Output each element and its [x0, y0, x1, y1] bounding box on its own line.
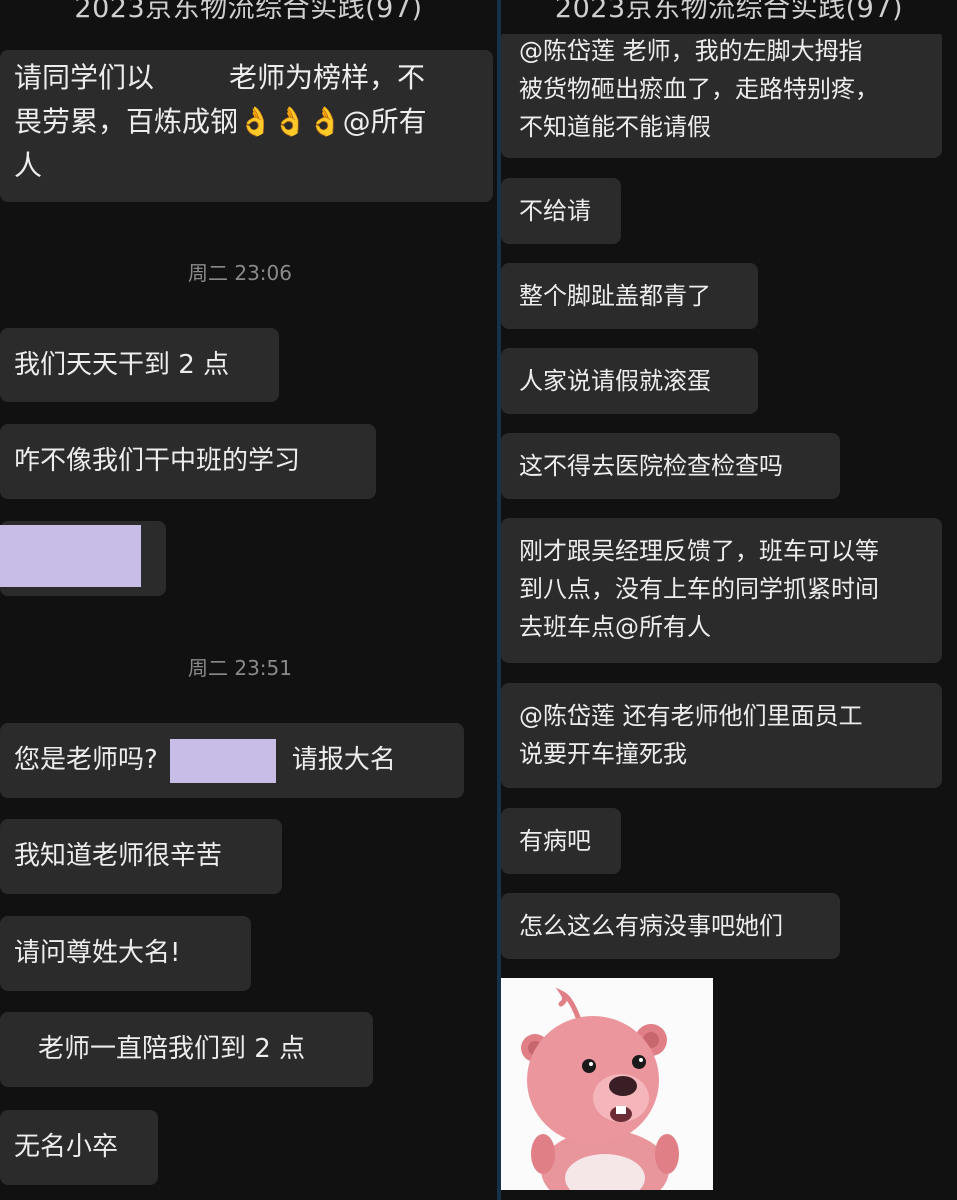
beaver-sticker-icon [501, 978, 713, 1190]
message-bubble[interactable]: 有病吧 [501, 808, 621, 874]
message-bubble[interactable]: 人家说请假就滚蛋 [501, 348, 758, 414]
message-bubble[interactable]: 整个脚趾盖都青了 [501, 263, 758, 329]
chat-title: 2023京东物流综合实践(97) [0, 0, 497, 34]
message-bubble[interactable]: 您是老师吗? 请报大名 [0, 723, 464, 798]
message-line: 请同学们以 老师为榜样，不 [14, 61, 426, 94]
message-line: @陈岱莲 还有老师他们里面员工 [519, 702, 863, 730]
message-bubble[interactable]: 请问尊姓大名! [0, 916, 251, 991]
redacted-name [169, 738, 276, 783]
timestamp: 周二 23:51 [188, 656, 292, 680]
message-bubble[interactable]: 我们天天干到 2 点 [0, 328, 279, 402]
message-line: 不知道能不能请假 [519, 113, 711, 141]
message-line: 刚才跟吴经理反馈了，班车可以等 [519, 537, 879, 565]
message-bubble[interactable]: 老师一直陪我们到 2 点 [0, 1012, 373, 1087]
message-bubble[interactable]: @陈岱莲 还有老师他们里面员工 说要开车撞死我 [501, 683, 942, 788]
message-line: 到八点，没有上车的同学抓紧时间 [519, 575, 879, 603]
beaver-sticker[interactable] [501, 978, 713, 1190]
message-bubble[interactable]: 这不得去医院检查检查吗 [501, 433, 840, 499]
message-bubble[interactable]: 不给请 [501, 178, 621, 244]
message-bubble[interactable]: 怎么这么有病没事吧她们 [501, 893, 840, 959]
message-bubble[interactable]: @陈岱莲 老师，我的左脚大拇指 被货物砸出瘀血了，走路特别疼， 不知道能不能请假 [501, 30, 942, 158]
left-chat-panel: 请同学们以 老师为榜样，不 畏劳累，百炼成钢👌👌👌@所有 人 周二 23:06 我… [0, 0, 497, 1200]
message-line: 被货物砸出瘀血了，走路特别疼， [519, 75, 879, 103]
message-bubble[interactable]: 请同学们以 老师为榜样，不 畏劳累，百炼成钢👌👌👌@所有 人 [0, 50, 493, 202]
redacted-name [154, 64, 230, 94]
message-bubble[interactable]: 无名小卒 [0, 1110, 158, 1185]
right-chat-panel: @陈岱莲 老师，我的左脚大拇指 被货物砸出瘀血了，走路特别疼， 不知道能不能请假… [501, 0, 957, 1200]
message-line: 畏劳累，百炼成钢👌👌👌@所有 [14, 105, 427, 138]
redacted-image [0, 525, 141, 587]
message-bubble[interactable]: 我知道老师很辛苦 [0, 819, 282, 894]
image-message-bubble[interactable] [0, 521, 166, 596]
message-line: @陈岱莲 老师，我的左脚大拇指 [519, 37, 863, 65]
message-bubble[interactable]: 刚才跟吴经理反馈了，班车可以等 到八点，没有上车的同学抓紧时间 去班车点@所有人 [501, 518, 942, 663]
ok-hand-emoji: 👌👌👌 [238, 105, 343, 138]
message-bubble[interactable]: 咋不像我们干中班的学习 [0, 424, 376, 499]
message-line: 人 [14, 149, 43, 182]
message-line: 去班车点@所有人 [519, 613, 711, 641]
message-line: 说要开车撞死我 [519, 740, 687, 768]
chat-title: 2023京东物流综合实践(97) [501, 0, 957, 34]
timestamp: 周二 23:06 [188, 261, 292, 285]
